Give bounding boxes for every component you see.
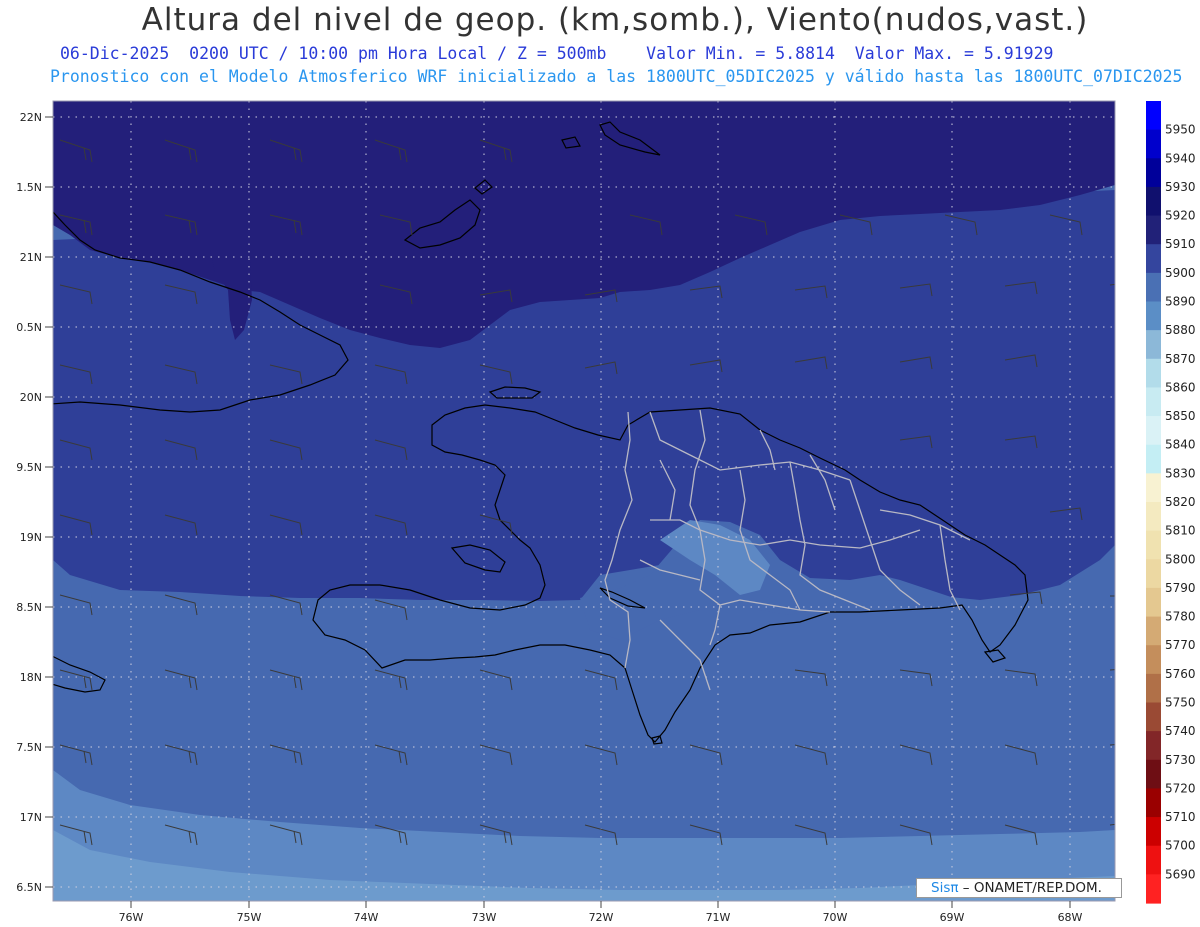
colorbar-swatch <box>1146 874 1161 904</box>
colorbar-label: 5690 <box>1165 867 1196 881</box>
lat-label: 19N <box>20 531 42 544</box>
lat-label: 18N <box>20 671 42 684</box>
colorbar-swatch <box>1146 587 1161 618</box>
colorbar-swatch <box>1146 702 1161 732</box>
colorbar-swatch <box>1146 731 1161 761</box>
colorbar-swatch <box>1146 416 1161 446</box>
colorbar-label: 5920 <box>1165 209 1196 223</box>
colorbar-label: 5860 <box>1165 380 1196 394</box>
lat-label: 21N <box>20 251 42 264</box>
colorbar-swatch <box>1146 645 1161 675</box>
colorbar-label: 5840 <box>1165 438 1196 452</box>
colorbar-swatch <box>1146 101 1161 131</box>
colorbar-swatch <box>1146 244 1161 274</box>
colorbar-label: 5730 <box>1165 753 1196 767</box>
colorbar-swatch <box>1146 129 1161 159</box>
lon-label: 74W <box>354 911 379 924</box>
colorbar-swatch <box>1146 444 1161 474</box>
colorbar-swatch <box>1146 788 1161 818</box>
lat-label: 8.5N <box>16 601 42 614</box>
colorbar-label: 5780 <box>1165 610 1196 624</box>
colorbar-label: 5870 <box>1165 352 1196 366</box>
lon-label: 71W <box>706 911 731 924</box>
lat-label: 20N <box>20 391 42 404</box>
longitude-axis: 76W 75W 74W 73W 72W 71W 70W 69W 68W <box>119 901 1083 924</box>
colorbar-swatch <box>1146 215 1161 245</box>
lon-label: 72W <box>589 911 614 924</box>
colorbar-label: 5770 <box>1165 638 1196 652</box>
latitude-axis: 22N 1.5N 21N 0.5N 20N 9.5N 19N 8.5N 18N … <box>16 111 53 894</box>
lon-label: 68W <box>1058 911 1083 924</box>
colorbar-swatch <box>1146 387 1161 417</box>
colorbar-label: 5790 <box>1165 581 1196 595</box>
colorbar-swatch <box>1146 559 1161 589</box>
colorbar-label: 5740 <box>1165 724 1196 738</box>
lon-label: 76W <box>119 911 144 924</box>
lat-label: 1.5N <box>16 181 42 194</box>
colorbar-swatch <box>1146 845 1161 875</box>
lat-label: 17N <box>20 811 42 824</box>
lon-label: 75W <box>237 911 262 924</box>
colorbar-label: 5700 <box>1165 839 1196 853</box>
colorbar-label: 5930 <box>1165 180 1196 194</box>
colorbar-label: 5880 <box>1165 323 1196 337</box>
colorbar-label: 5820 <box>1165 495 1196 509</box>
colorbar-swatch <box>1146 186 1161 217</box>
colorbar: 5950 5940 5930 5920 5910 5900 5890 5880 5870 5860… <box>1146 101 1196 904</box>
colorbar-label: 5940 <box>1165 151 1196 165</box>
colorbar-swatch <box>1146 301 1161 331</box>
lat-label: 9.5N <box>16 461 42 474</box>
colorbar-swatch <box>1146 272 1161 303</box>
credit-text: – ONAMET/REP.DOM. <box>958 880 1102 896</box>
lat-label: 7.5N <box>16 741 42 754</box>
colorbar-swatch <box>1146 502 1161 532</box>
colorbar-label: 5830 <box>1165 466 1196 480</box>
colorbar-swatch <box>1146 759 1161 790</box>
lat-label: 22N <box>20 111 42 124</box>
colorbar-swatch <box>1146 530 1161 560</box>
colorbar-swatch <box>1146 473 1161 503</box>
colorbar-swatch <box>1146 673 1161 704</box>
colorbar-label: 5890 <box>1165 295 1196 309</box>
colorbar-swatch <box>1146 817 1161 847</box>
colorbar-label: 5750 <box>1165 696 1196 710</box>
colorbar-label: 5810 <box>1165 524 1196 538</box>
colorbar-label: 5800 <box>1165 552 1196 566</box>
colorbar-label: 5760 <box>1165 667 1196 681</box>
colorbar-label: 5720 <box>1165 781 1196 795</box>
lat-label: 6.5N <box>16 881 42 894</box>
colorbar-swatch <box>1146 158 1161 188</box>
credit-box: Sisπ – ONAMET/REP.DOM. <box>916 878 1122 898</box>
weather-map: 22N 1.5N 21N 0.5N 20N 9.5N 19N 8.5N 18N … <box>16 100 1196 924</box>
colorbar-label: 5900 <box>1165 266 1196 280</box>
colorbar-swatch <box>1146 330 1161 360</box>
lon-label: 70W <box>823 911 848 924</box>
sispi-logo: Sisπ <box>931 880 959 896</box>
colorbar-swatch <box>1146 358 1161 389</box>
colorbar-swatch <box>1146 616 1161 646</box>
lat-label: 0.5N <box>16 321 42 334</box>
lon-label: 73W <box>472 911 497 924</box>
height-field <box>53 101 1115 901</box>
colorbar-label: 5950 <box>1165 123 1196 137</box>
colorbar-label: 5910 <box>1165 237 1196 251</box>
colorbar-label: 5850 <box>1165 409 1196 423</box>
colorbar-label: 5710 <box>1165 810 1196 824</box>
lon-label: 69W <box>940 911 965 924</box>
